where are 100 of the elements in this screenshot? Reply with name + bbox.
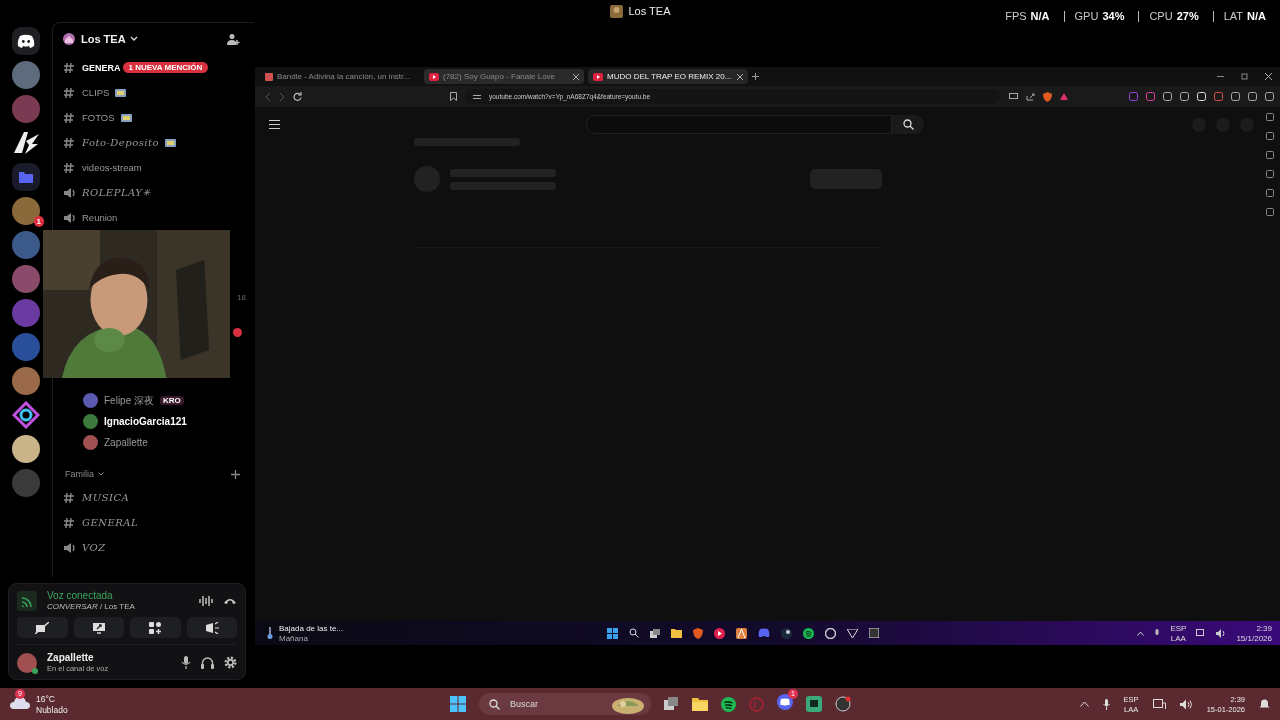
server-icon bbox=[63, 33, 75, 45]
reload-icon[interactable] bbox=[293, 92, 302, 101]
close-icon[interactable] bbox=[1265, 73, 1272, 80]
server-icon bbox=[609, 4, 623, 18]
soundboard-button[interactable] bbox=[186, 617, 237, 638]
network-icon[interactable] bbox=[1152, 698, 1166, 710]
keyboard-layout[interactable]: LAA bbox=[1170, 633, 1186, 643]
sidebar-tool-icon[interactable] bbox=[1266, 113, 1274, 121]
server-icon[interactable] bbox=[12, 434, 40, 463]
search-icon[interactable] bbox=[629, 628, 639, 638]
clock-time[interactable]: 2:39 bbox=[1256, 623, 1272, 633]
spotify-icon[interactable] bbox=[721, 696, 736, 712]
shield-icon[interactable] bbox=[1043, 91, 1052, 102]
spotify-icon[interactable] bbox=[803, 627, 814, 639]
server-name-button[interactable]: Los TEA bbox=[81, 33, 138, 45]
server-logo-icon[interactable] bbox=[12, 400, 40, 429]
discord-icon[interactable] bbox=[12, 26, 40, 55]
volume-icon[interactable] bbox=[1179, 698, 1193, 710]
channel-item[interactable]: GENERA 1 NUEVA MENCIÓN bbox=[63, 55, 254, 80]
browser-tab[interactable]: MUDO DEL TRAP EO REMIX 20... bbox=[588, 69, 748, 84]
chevron-up-icon[interactable] bbox=[1137, 630, 1145, 636]
settings-icon[interactable] bbox=[224, 656, 237, 669]
member-name[interactable]: IgnacioGarcia121 bbox=[104, 416, 187, 427]
discord-icon[interactable] bbox=[777, 694, 793, 710]
sidebar-tool-icon[interactable] bbox=[1266, 208, 1274, 216]
volume-icon[interactable] bbox=[1216, 628, 1227, 638]
shield-icon[interactable] bbox=[693, 627, 703, 639]
play-icon bbox=[593, 72, 603, 81]
triangle-icon[interactable] bbox=[1060, 93, 1068, 100]
category-label[interactable]: Familia bbox=[65, 469, 94, 479]
add-icon[interactable] bbox=[231, 469, 240, 479]
bookmark-icon[interactable] bbox=[450, 92, 457, 101]
channel-item[interactable]: Foto-Deposito bbox=[63, 130, 254, 155]
camera-off-button[interactable] bbox=[17, 617, 68, 638]
sidebar-tool-icon[interactable] bbox=[1266, 151, 1274, 159]
microphone-icon[interactable] bbox=[1102, 698, 1110, 710]
start-icon[interactable] bbox=[450, 696, 466, 712]
sidebar-tool-icon[interactable] bbox=[1266, 189, 1274, 197]
screen-share-button[interactable] bbox=[73, 617, 124, 638]
headphones-icon[interactable] bbox=[201, 656, 214, 669]
maximize-icon[interactable] bbox=[1241, 73, 1248, 80]
member-name[interactable]: Felipe 深夜 bbox=[104, 393, 154, 408]
share-icon[interactable] bbox=[1026, 92, 1035, 101]
channel-item[interactable]: ROLEPLAY✳ bbox=[63, 180, 254, 205]
task-view-icon[interactable] bbox=[664, 697, 679, 711]
notification-dot bbox=[233, 328, 242, 337]
mention-banner[interactable]: 1 NUEVA MENCIÓN bbox=[122, 62, 209, 73]
server-icon[interactable] bbox=[12, 366, 40, 395]
member-tag: KRO bbox=[160, 396, 184, 405]
folder-icon[interactable] bbox=[671, 628, 682, 638]
channel-item[interactable]: VOZ bbox=[63, 535, 254, 560]
channel-item[interactable]: FOTOS bbox=[63, 105, 254, 130]
channel-item[interactable]: MUSICA bbox=[63, 485, 254, 510]
channel-item[interactable]: CLIPS bbox=[63, 80, 254, 105]
channel-item[interactable]: GENERAL bbox=[63, 510, 254, 535]
speaker-icon bbox=[63, 186, 76, 199]
favicon bbox=[265, 72, 273, 81]
hash-icon bbox=[63, 136, 76, 149]
new-tab-icon[interactable] bbox=[752, 73, 759, 80]
play-icon[interactable] bbox=[714, 627, 725, 639]
add-member-icon[interactable] bbox=[227, 32, 240, 46]
clock-date[interactable]: 15/1/2026 bbox=[1236, 633, 1272, 643]
search-button[interactable] bbox=[892, 115, 924, 134]
hang-up-icon[interactable] bbox=[223, 596, 237, 605]
steam-icon[interactable] bbox=[781, 627, 792, 639]
menu-icon[interactable] bbox=[269, 120, 280, 129]
notification-icon[interactable] bbox=[1259, 698, 1270, 710]
channel-name: FOTOS bbox=[82, 112, 115, 123]
language-indicator[interactable]: ESP bbox=[1170, 623, 1187, 633]
folder-icon[interactable] bbox=[692, 697, 708, 711]
stat-label: GPU bbox=[1074, 10, 1099, 22]
channel-item[interactable]: videos-stream bbox=[63, 155, 254, 180]
hash-icon bbox=[63, 61, 76, 74]
microphone-icon[interactable] bbox=[1154, 628, 1161, 638]
sidebar-tool-icon[interactable] bbox=[1266, 132, 1274, 140]
activities-button[interactable] bbox=[130, 617, 181, 638]
hash-icon bbox=[63, 516, 76, 529]
cloud-icon bbox=[10, 695, 30, 709]
close-icon[interactable] bbox=[573, 73, 579, 80]
channel-name: GENERAL bbox=[82, 517, 139, 528]
browser-tab[interactable]: (782) Soy Guapo - Fanale Love bbox=[424, 69, 584, 84]
soundwave-icon[interactable] bbox=[199, 594, 213, 607]
screen-share-icon bbox=[91, 621, 106, 634]
start-icon[interactable] bbox=[607, 627, 618, 639]
channel-name: GENERA bbox=[82, 62, 121, 73]
chevron-up-icon[interactable] bbox=[1079, 701, 1089, 707]
channel-item[interactable]: Reunion bbox=[63, 205, 254, 230]
microphone-icon[interactable] bbox=[181, 656, 191, 669]
user-avatar[interactable] bbox=[17, 652, 37, 673]
network-icon[interactable] bbox=[1196, 628, 1207, 638]
cast-icon[interactable] bbox=[1009, 93, 1018, 100]
voice-channel[interactable]: CONVERSAR / Los TEA bbox=[47, 602, 189, 611]
task-view-icon[interactable] bbox=[650, 628, 660, 638]
minimize-icon[interactable] bbox=[1217, 73, 1224, 80]
close-icon[interactable] bbox=[737, 73, 743, 80]
search-field[interactable]: Buscar bbox=[479, 693, 651, 715]
member-name[interactable]: Zapallette bbox=[104, 437, 148, 448]
browser-tab[interactable]: Bandle - Adivina la canción, un instr... bbox=[260, 69, 420, 84]
channel-name: videos-stream bbox=[82, 162, 142, 173]
sidebar-tool-icon[interactable] bbox=[1266, 170, 1274, 178]
